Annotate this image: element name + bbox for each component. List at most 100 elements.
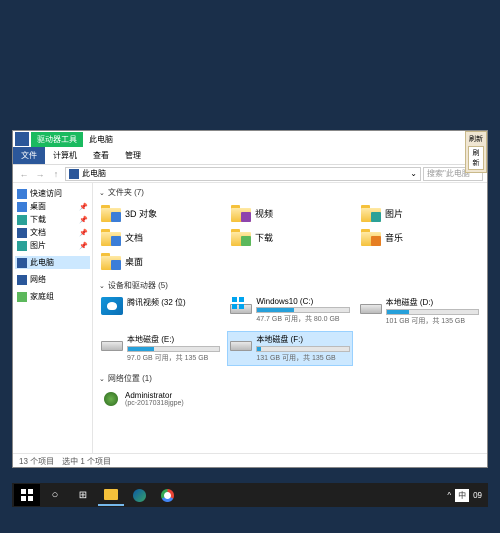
chrome-icon bbox=[161, 489, 174, 502]
drive-Windows10 (C:)[interactable]: Windows10 (C:)47.7 GB 可用，共 80.0 GB bbox=[228, 295, 351, 328]
up-button[interactable]: ↑ bbox=[49, 167, 63, 181]
taskbar: ○ ⊞ ^ 中 09 bbox=[12, 483, 488, 507]
drives-header[interactable]: ⌄设备和驱动器 (5) bbox=[99, 280, 481, 291]
taskbar-edge[interactable] bbox=[126, 484, 152, 506]
downloads-icon bbox=[17, 215, 27, 225]
usage-bar bbox=[386, 309, 479, 315]
back-button[interactable]: ← bbox=[17, 167, 31, 181]
pin-icon: 📌 bbox=[79, 229, 88, 237]
folder-下载[interactable]: 下载 bbox=[229, 226, 351, 248]
system-tray[interactable]: ^ 中 09 bbox=[447, 489, 486, 502]
explorer-window: 驱动器工具 此电脑 文件 计算机 查看 管理 ← → ↑ 此电脑 ⌄ 搜索"此电… bbox=[12, 130, 488, 468]
globe-icon bbox=[101, 390, 121, 408]
folders-header[interactable]: ⌄文件夹 (7) bbox=[99, 187, 481, 198]
sidebar-homegroup[interactable]: 家庭组 bbox=[15, 290, 90, 303]
ribbon: 文件 计算机 查看 管理 bbox=[13, 147, 487, 165]
pc-icon bbox=[69, 169, 79, 179]
folder-label: 下载 bbox=[255, 231, 273, 244]
drive-本地磁盘 (E:)[interactable]: 本地磁盘 (E:)97.0 GB 可用，共 135 GB bbox=[99, 332, 222, 365]
ribbon-manage[interactable]: 管理 bbox=[117, 147, 149, 164]
drive-本地磁盘 (F:)[interactable]: 本地磁盘 (F:)131 GB 可用，共 135 GB bbox=[228, 332, 351, 365]
drive-本地磁盘 (D:)[interactable]: 本地磁盘 (D:)101 GB 可用，共 135 GB bbox=[358, 295, 481, 328]
ribbon-file[interactable]: 文件 bbox=[13, 147, 45, 164]
sidebar-downloads[interactable]: 下载📌 bbox=[15, 213, 90, 226]
window-title: 此电脑 bbox=[83, 132, 119, 147]
refresh-button[interactable]: 刷新 bbox=[468, 146, 484, 170]
pictures-icon bbox=[17, 241, 27, 251]
folder-icon bbox=[101, 252, 121, 270]
star-icon bbox=[17, 189, 27, 199]
start-button[interactable] bbox=[14, 484, 40, 506]
breadcrumb[interactable]: 此电脑 ⌄ bbox=[65, 167, 421, 181]
tencent-icon bbox=[101, 297, 123, 315]
folder-icon bbox=[231, 204, 251, 222]
network-location[interactable]: Administrator (pc-20170318jgpe) bbox=[99, 388, 481, 410]
breadcrumb-location: 此电脑 bbox=[82, 168, 106, 179]
folder-桌面[interactable]: 桌面 bbox=[99, 250, 221, 272]
drive-tencent[interactable]: 腾讯视频 (32 位) bbox=[99, 295, 222, 328]
folder-3D 对象[interactable]: 3D 对象 bbox=[99, 202, 221, 224]
clock[interactable]: 09 bbox=[473, 491, 482, 500]
network-icon bbox=[17, 275, 27, 285]
sidebar-quick-access[interactable]: 快速访问 bbox=[15, 187, 90, 200]
windows-icon bbox=[232, 297, 244, 309]
address-bar: ← → ↑ 此电脑 ⌄ 搜索"此电脑" 刷新 刷新 bbox=[13, 165, 487, 183]
windows-icon bbox=[21, 489, 33, 501]
pin-icon: 📌 bbox=[79, 242, 88, 250]
homegroup-icon bbox=[17, 292, 27, 302]
network-header[interactable]: ⌄网络位置 (1) bbox=[99, 373, 481, 384]
folder-label: 视频 bbox=[255, 207, 273, 220]
drive-icon bbox=[230, 334, 252, 352]
folder-icon bbox=[231, 228, 251, 246]
folder-icon bbox=[101, 204, 121, 222]
folder-label: 桌面 bbox=[125, 255, 143, 268]
folder-音乐[interactable]: 音乐 bbox=[359, 226, 481, 248]
taskbar-explorer[interactable] bbox=[98, 484, 124, 506]
ime-indicator[interactable]: 中 bbox=[455, 489, 469, 502]
ribbon-computer[interactable]: 计算机 bbox=[45, 147, 85, 164]
tray-chevron-icon[interactable]: ^ bbox=[447, 491, 451, 500]
taskbar-chrome[interactable] bbox=[154, 484, 180, 506]
folder-视频[interactable]: 视频 bbox=[229, 202, 351, 224]
usage-bar bbox=[256, 346, 349, 352]
context-tab[interactable]: 驱动器工具 bbox=[31, 132, 83, 147]
statusbar: 13 个项目 选中 1 个项目 bbox=[13, 453, 487, 469]
folder-icon bbox=[104, 489, 118, 500]
sidebar-this-pc[interactable]: 此电脑 bbox=[15, 256, 90, 269]
network-section: ⌄网络位置 (1) Administrator (pc-20170318jgpe… bbox=[99, 373, 481, 410]
sidebar-network[interactable]: 网络 bbox=[15, 273, 90, 286]
sidebar-pictures[interactable]: 图片📌 bbox=[15, 239, 90, 252]
folder-label: 音乐 bbox=[385, 231, 403, 244]
drive-icon bbox=[230, 297, 252, 315]
sidebar-documents[interactable]: 文档📌 bbox=[15, 226, 90, 239]
documents-icon bbox=[17, 228, 27, 238]
drive-icon bbox=[360, 297, 382, 315]
titlebar: 驱动器工具 此电脑 bbox=[13, 131, 487, 147]
taskview-button[interactable]: ⊞ bbox=[70, 484, 96, 506]
folder-icon bbox=[361, 204, 381, 222]
refresh-panel: 刷新 刷新 bbox=[465, 131, 487, 173]
desktop-icon bbox=[17, 202, 27, 212]
pin-icon: 📌 bbox=[79, 203, 88, 211]
folder-label: 文档 bbox=[125, 231, 143, 244]
folder-label: 3D 对象 bbox=[125, 207, 157, 220]
sidebar: 快速访问 桌面📌 下载📌 文档📌 图片📌 此电脑 网络 家庭组 bbox=[13, 183, 93, 453]
drive-icon bbox=[101, 334, 123, 352]
sidebar-desktop[interactable]: 桌面📌 bbox=[15, 200, 90, 213]
usage-bar bbox=[127, 346, 220, 352]
folder-图片[interactable]: 图片 bbox=[359, 202, 481, 224]
app-icon bbox=[15, 132, 29, 146]
folder-icon bbox=[101, 228, 121, 246]
folder-icon bbox=[361, 228, 381, 246]
folder-文档[interactable]: 文档 bbox=[99, 226, 221, 248]
usage-bar bbox=[256, 307, 349, 313]
pin-icon: 📌 bbox=[79, 216, 88, 224]
pc-icon bbox=[17, 258, 27, 268]
ribbon-view[interactable]: 查看 bbox=[85, 147, 117, 164]
forward-button[interactable]: → bbox=[33, 167, 47, 181]
folder-label: 图片 bbox=[385, 207, 403, 220]
content-area: ⌄文件夹 (7) 3D 对象 视频 图片文档 下载 音乐桌面 ⌄设备和驱动器 (5) 腾… bbox=[93, 183, 487, 453]
drives-section: ⌄设备和驱动器 (5) 腾讯视频 (32 位)Windows10 (C:)47.… bbox=[99, 280, 481, 365]
search-button[interactable]: ○ bbox=[42, 484, 68, 506]
edge-icon bbox=[133, 489, 146, 502]
